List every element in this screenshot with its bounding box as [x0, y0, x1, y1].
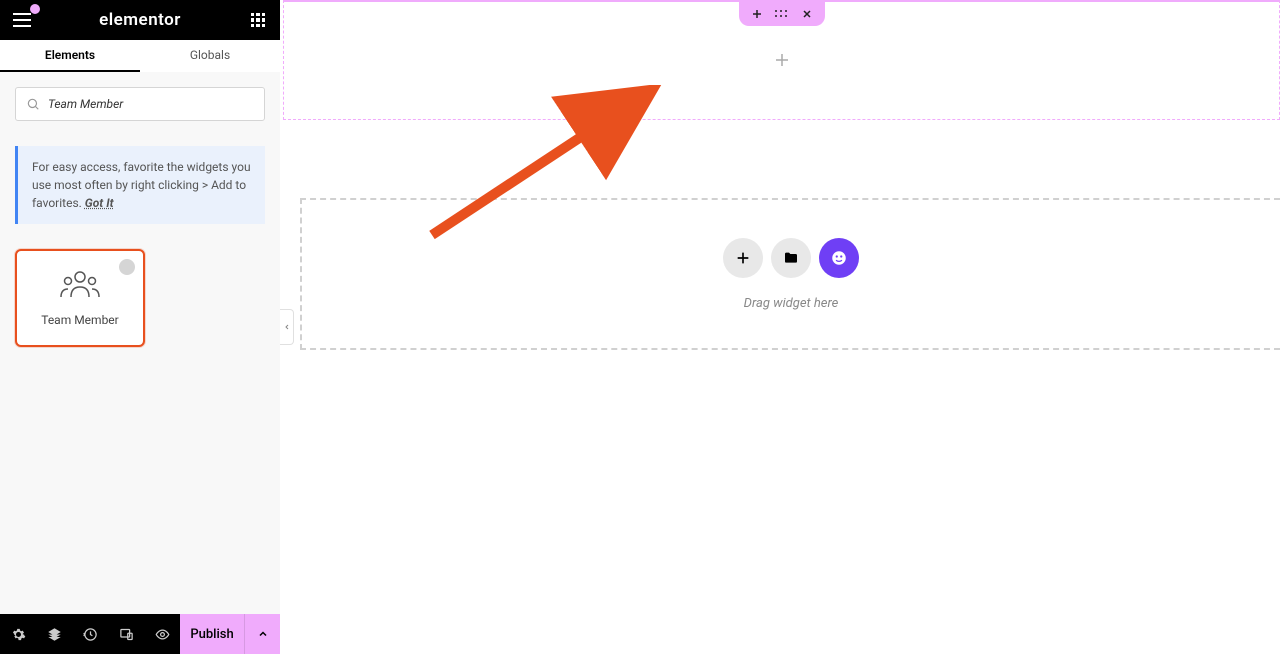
gear-icon: [11, 627, 26, 642]
plus-icon: [735, 250, 751, 266]
folder-icon: [783, 250, 799, 266]
template-library-button[interactable]: [771, 238, 811, 278]
layers-icon: [47, 627, 62, 642]
tab-elements[interactable]: Elements: [0, 40, 140, 72]
dropzone-buttons: [723, 238, 859, 278]
apps-grid-icon: [251, 13, 265, 27]
tip-gotit-link[interactable]: Got It: [85, 196, 114, 210]
ai-sparkle-icon: [830, 249, 848, 267]
section-close-button[interactable]: [801, 8, 813, 20]
responsive-button[interactable]: [108, 614, 144, 654]
add-column-button[interactable]: [773, 50, 791, 74]
widget-label: Team Member: [41, 313, 119, 327]
navigator-button[interactable]: [36, 614, 72, 654]
footer-icons: [0, 614, 180, 654]
dropzone-text: Drag widget here: [744, 296, 839, 311]
preview-button[interactable]: [144, 614, 180, 654]
publish-options-button[interactable]: [244, 614, 280, 654]
ai-button[interactable]: [819, 238, 859, 278]
menu-button[interactable]: [10, 8, 34, 32]
sidebar-footer: Publish: [0, 614, 280, 654]
widget-team-member[interactable]: Team Member: [15, 249, 145, 347]
elementor-logo: elementor: [99, 10, 181, 30]
section-toolbar: [739, 2, 825, 26]
active-section[interactable]: [283, 0, 1280, 120]
sidebar-header: elementor: [0, 0, 280, 40]
widget-search-input[interactable]: [48, 97, 254, 111]
chevron-up-icon: [257, 628, 269, 640]
team-member-icon: [57, 269, 103, 303]
search-container: [15, 87, 265, 121]
add-section-button[interactable]: [723, 238, 763, 278]
notification-dot-icon: [30, 4, 40, 14]
section-add-button[interactable]: [751, 8, 763, 20]
close-icon: [801, 8, 813, 20]
favorites-tip: For easy access, favorite the widgets yo…: [15, 146, 265, 224]
history-button[interactable]: [72, 614, 108, 654]
publish-button[interactable]: Publish: [180, 614, 244, 654]
section-drag-handle[interactable]: [775, 10, 789, 18]
plus-icon: [751, 8, 763, 20]
hamburger-icon: [13, 13, 31, 27]
plus-icon: [773, 51, 791, 69]
drag-dots-icon: [775, 10, 789, 18]
tip-text: For easy access, favorite the widgets yo…: [32, 160, 251, 210]
sidebar: elementor Elements Globals For easy acce…: [0, 0, 280, 654]
eye-icon: [155, 627, 170, 642]
devices-icon: [119, 627, 134, 642]
apps-button[interactable]: [246, 8, 270, 32]
tab-globals[interactable]: Globals: [140, 40, 280, 72]
widget-dropzone[interactable]: Drag widget here: [300, 198, 1280, 350]
panel-body: For easy access, favorite the widgets yo…: [0, 72, 280, 614]
search-icon: [26, 97, 40, 111]
panel-tabs: Elements Globals: [0, 40, 280, 72]
history-icon: [83, 627, 98, 642]
chevron-left-icon: [283, 322, 291, 332]
settings-button[interactable]: [0, 614, 36, 654]
editor-canvas: Drag widget here: [280, 0, 1280, 654]
widget-pro-badge-icon: [119, 259, 135, 275]
collapse-sidebar-button[interactable]: [280, 309, 294, 345]
